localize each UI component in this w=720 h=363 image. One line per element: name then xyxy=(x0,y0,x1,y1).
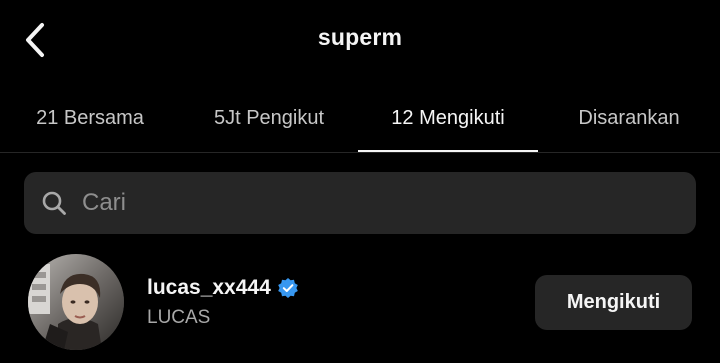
avatar[interactable] xyxy=(28,254,124,350)
full-name: LUCAS xyxy=(147,307,211,328)
page-title: superm xyxy=(317,24,403,50)
search-bar[interactable] xyxy=(24,172,696,234)
tab-following[interactable]: 12 Mengikuti xyxy=(358,84,538,152)
top-bar: superm xyxy=(0,0,720,84)
tab-bar: 21 Bersama 5Jt Pengikut 12 Mengikuti Dis… xyxy=(0,84,720,153)
search-input[interactable] xyxy=(80,182,696,224)
tab-mutual[interactable]: 21 Bersama xyxy=(0,84,180,152)
verified-badge-icon xyxy=(277,277,299,299)
username-line: lucas_xx444 xyxy=(147,276,299,300)
following-button[interactable]: Mengikuti xyxy=(535,275,692,330)
tab-followers[interactable]: 5Jt Pengikut xyxy=(180,84,358,152)
search-icon xyxy=(40,189,68,217)
list-item[interactable]: lucas_xx444 LUCAS Mengikuti xyxy=(0,250,720,355)
tab-suggested[interactable]: Disarankan xyxy=(538,84,720,152)
active-tab-indicator xyxy=(358,150,538,152)
username[interactable]: lucas_xx444 xyxy=(147,276,271,300)
